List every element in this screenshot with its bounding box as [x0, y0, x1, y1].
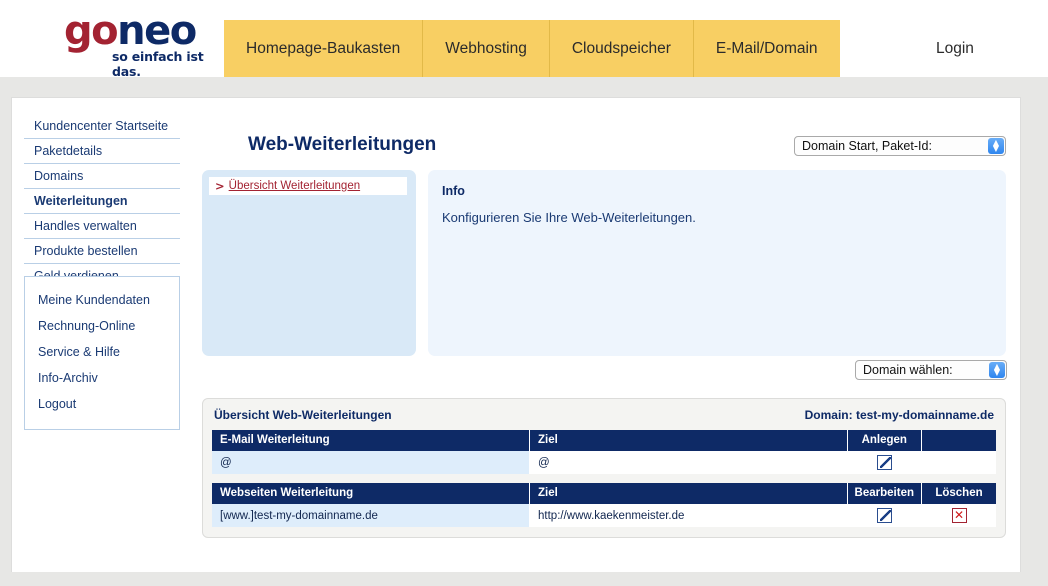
wrench-edit-icon[interactable] [876, 508, 892, 523]
domain-select-wrapper: Domain wählen: ▲ ▼ [855, 360, 1007, 380]
cell-web-delete-action: ✕ [921, 504, 996, 527]
sidebar-item-produkte-bestellen[interactable]: Produkte bestellen [24, 239, 180, 264]
overview-panel: Übersicht Web-Weiterleitungen Domain: te… [202, 398, 1006, 538]
sidebar-item-meine-kundendaten[interactable]: Meine Kundendaten [25, 287, 179, 313]
column-header-anlegen: Anlegen [847, 430, 923, 451]
logo-neo-text: neo [117, 8, 197, 54]
table-header-row: Webseiten Weiterleitung Ziel Bearbeiten … [212, 483, 996, 504]
sidebar-primary-list: Kundencenter Startseite Paketdetails Dom… [24, 114, 180, 289]
sidebar-item-handles-verwalten[interactable]: Handles verwalten [24, 214, 180, 239]
nav-item-homepage-baukasten[interactable]: Homepage-Baukasten [224, 20, 424, 77]
column-header-email-weiterleitung: E-Mail Weiterleitung [212, 430, 531, 451]
cell-web-edit-action [847, 504, 923, 527]
overview-header: Übersicht Web-Weiterleitungen Domain: te… [212, 407, 996, 430]
sidebar-secondary: Meine Kundendaten Rechnung-Online Servic… [24, 276, 180, 430]
column-header-bearbeiten: Bearbeiten [847, 483, 923, 504]
cell-email-extra [921, 451, 996, 474]
page-footer [0, 572, 1048, 586]
logo-tagline: so einfach ist das. [112, 49, 204, 79]
nav-item-cloudspeicher[interactable]: Cloudspeicher [550, 20, 694, 77]
cell-email-target: @ [529, 451, 848, 474]
subnav-link-uebersicht-weiterleitungen[interactable]: Übersicht Weiterleitungen [229, 180, 360, 192]
sidebar-item-kundencenter-startseite[interactable]: Kundencenter Startseite [24, 114, 180, 139]
red-x-delete-icon[interactable]: ✕ [951, 508, 967, 523]
nav-item-login[interactable]: Login [914, 20, 996, 77]
sidebar-item-paketdetails[interactable]: Paketdetails [24, 139, 180, 164]
column-header-empty [921, 430, 996, 451]
cell-email-create-action [847, 451, 923, 474]
paket-select[interactable]: Domain Start, Paket-Id: [794, 136, 1006, 156]
info-panel-heading: Info [442, 184, 465, 198]
column-header-ziel: Ziel [529, 483, 848, 504]
logo-wordmark: goneo [64, 11, 224, 51]
logo-go-text: go [64, 8, 119, 54]
info-panel: Info Konfigurieren Sie Ihre Web-Weiterle… [428, 170, 1006, 356]
paket-select-wrapper: Domain Start, Paket-Id: ▲ ▼ [794, 136, 1006, 156]
domain-select[interactable]: Domain wählen: [855, 360, 1007, 380]
content-card: Kundencenter Startseite Paketdetails Dom… [12, 98, 1020, 572]
table-row: @ @ [212, 451, 996, 474]
table-row: [www.]test-my-domainname.de http://www.k… [212, 504, 996, 527]
cell-web-target: http://www.kaekenmeister.de [529, 504, 848, 527]
sidebar-item-weiterleitungen[interactable]: Weiterleitungen [24, 189, 180, 214]
subnav-link-row[interactable]: > Übersicht Weiterleitungen [209, 177, 407, 195]
wrench-edit-icon[interactable] [876, 455, 892, 470]
email-forwarding-table: E-Mail Weiterleitung Ziel Anlegen @ @ [212, 430, 996, 474]
main-navigation: Homepage-Baukasten Webhosting Cloudspeic… [224, 20, 840, 77]
column-header-ziel: Ziel [529, 430, 848, 451]
column-header-loeschen: Löschen [921, 483, 996, 504]
sidebar-primary: Kundencenter Startseite Paketdetails Dom… [24, 114, 180, 289]
column-header-webseiten-weiterleitung: Webseiten Weiterleitung [212, 483, 531, 504]
cell-email-source: @ [212, 451, 531, 474]
sidebar-item-info-archiv[interactable]: Info-Archiv [25, 365, 179, 391]
cell-web-source: [www.]test-my-domainname.de [212, 504, 531, 527]
nav-item-webhosting[interactable]: Webhosting [423, 20, 550, 77]
web-forwarding-table: Webseiten Weiterleitung Ziel Bearbeiten … [212, 483, 996, 527]
nav-item-email-domain[interactable]: E-Mail/Domain [694, 20, 840, 77]
site-header: goneo so einfach ist das. Homepage-Bauka… [0, 0, 1048, 79]
info-panel-text: Konfigurieren Sie Ihre Web-Weiterleitung… [442, 210, 696, 225]
page-title: Web-Weiterleitungen [248, 134, 437, 155]
overview-domain-label: Domain: test-my-domainname.de [804, 408, 994, 422]
subnav-panel: > Übersicht Weiterleitungen [202, 170, 416, 356]
table-header-row: E-Mail Weiterleitung Ziel Anlegen [212, 430, 996, 451]
goneo-logo[interactable]: goneo so einfach ist das. [64, 11, 224, 79]
sidebar-item-service-hilfe[interactable]: Service & Hilfe [25, 339, 179, 365]
sidebar-item-logout[interactable]: Logout [25, 391, 179, 417]
sidebar-item-rechnung-online[interactable]: Rechnung-Online [25, 313, 179, 339]
sidebar-secondary-list: Meine Kundendaten Rechnung-Online Servic… [25, 287, 179, 417]
header-spacer [0, 77, 1048, 98]
chevron-right-icon: > [215, 179, 225, 193]
overview-title: Übersicht Web-Weiterleitungen [214, 408, 392, 422]
sidebar-item-domains[interactable]: Domains [24, 164, 180, 189]
